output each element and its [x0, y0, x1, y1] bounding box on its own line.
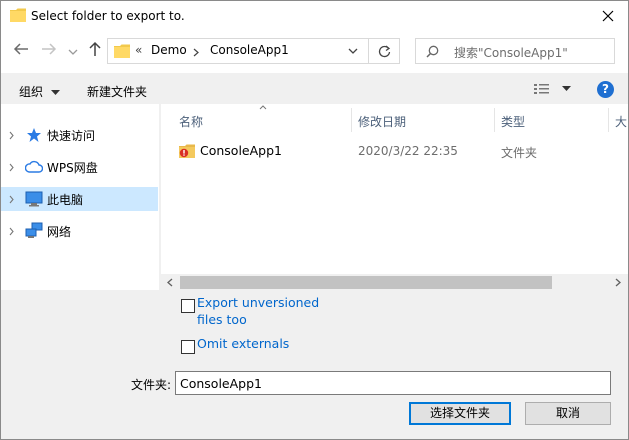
file-list: 名称 修改日期 类型 大 ConsoleApp1 2020/3/22 22:35… — [161, 104, 628, 290]
breadcrumb-item-consoleapp1[interactable]: ConsoleApp1 — [210, 43, 289, 57]
sidebar-item-label: 网络 — [47, 225, 72, 239]
search-box[interactable]: 搜索"ConsoleApp1" — [415, 38, 615, 64]
folder-conflict-icon — [179, 144, 195, 158]
scrollbar-thumb[interactable] — [180, 276, 552, 289]
column-header-size[interactable]: 大 — [615, 113, 627, 130]
folder-icon — [114, 44, 130, 58]
table-row[interactable]: ConsoleApp1 2020/3/22 22:35 文件夹 — [161, 140, 628, 162]
refresh-button[interactable] — [369, 38, 400, 64]
dialog-window: Select folder to export to. « Demo Conso… — [0, 0, 629, 440]
close-button[interactable] — [596, 4, 620, 28]
chevron-right-icon — [193, 48, 199, 57]
arrow-right-icon — [42, 43, 57, 55]
sidebar-item-label: 快速访问 — [47, 129, 96, 143]
star-icon — [27, 128, 41, 142]
chevron-down-icon — [68, 49, 78, 55]
title-bar: Select folder to export to. — [1, 1, 628, 31]
sidebar-item-label: WPS网盘 — [47, 161, 98, 175]
back-button[interactable] — [11, 41, 31, 61]
organize-menu[interactable]: 组织 — [19, 83, 60, 100]
breadcrumb-overflow[interactable]: « — [135, 43, 142, 57]
file-type: 文件夹 — [501, 146, 538, 160]
cloud-icon — [25, 160, 43, 173]
network-icon — [25, 222, 43, 238]
expand-chevron-icon[interactable] — [9, 227, 14, 236]
column-header-name[interactable]: 名称 — [179, 113, 203, 130]
column-header-modified[interactable]: 修改日期 — [358, 113, 406, 130]
sidebar-item-wps-cloud[interactable]: WPS网盘 — [1, 155, 158, 179]
export-unversioned-label-line2[interactable]: files too — [197, 312, 247, 327]
sidebar-item-label: 此电脑 — [47, 193, 84, 207]
breadcrumb-item-demo[interactable]: Demo — [151, 43, 187, 57]
omit-externals-checkbox[interactable] — [181, 340, 195, 354]
navigation-pane: 快速访问 WPS网盘 此电脑 网络 — [1, 104, 159, 290]
chevron-down-icon[interactable] — [348, 48, 358, 55]
arrow-up-icon — [89, 41, 101, 56]
folder-name-input[interactable]: ConsoleApp1 — [175, 371, 611, 395]
recent-locations-button[interactable] — [63, 41, 83, 61]
details-view-icon — [534, 84, 549, 94]
window-title: Select folder to export to. — [31, 9, 185, 23]
help-icon: ? — [602, 82, 609, 96]
file-modified: 2020/3/22 22:35 — [358, 144, 458, 158]
omit-externals-label[interactable]: Omit externals — [197, 336, 289, 351]
search-placeholder: 搜索"ConsoleApp1" — [454, 46, 568, 60]
organize-label: 组织 — [19, 85, 44, 99]
expand-chevron-icon[interactable] — [9, 131, 14, 140]
scroll-left-icon[interactable] — [167, 278, 173, 287]
column-divider[interactable] — [608, 108, 609, 132]
column-divider[interactable] — [351, 108, 352, 132]
expand-chevron-icon[interactable] — [9, 163, 14, 172]
expand-chevron-icon[interactable] — [9, 195, 14, 204]
help-button[interactable]: ? — [597, 81, 614, 98]
dropdown-arrow-icon — [561, 86, 571, 91]
sidebar-item-network[interactable]: 网络 — [1, 219, 158, 243]
dropdown-arrow-icon — [50, 89, 60, 95]
select-folder-button[interactable]: 选择文件夹 — [409, 402, 511, 425]
column-header-type[interactable]: 类型 — [501, 113, 525, 130]
export-unversioned-label[interactable]: Export unversioned — [197, 295, 319, 310]
cancel-button[interactable]: 取消 — [525, 402, 611, 425]
folder-icon — [10, 8, 26, 22]
search-icon — [426, 45, 439, 58]
refresh-icon — [378, 45, 390, 58]
folder-name-value: ConsoleApp1 — [180, 376, 262, 391]
forward-button[interactable] — [39, 41, 59, 61]
view-options-button[interactable] — [534, 83, 571, 98]
column-divider[interactable] — [494, 108, 495, 132]
arrow-left-icon — [13, 43, 28, 55]
close-icon — [602, 10, 614, 22]
sort-ascending-icon — [259, 105, 267, 110]
address-bar[interactable]: « Demo ConsoleApp1 — [107, 38, 369, 64]
export-unversioned-checkbox[interactable] — [181, 299, 195, 313]
computer-icon — [25, 191, 43, 207]
new-folder-button[interactable]: 新建文件夹 — [87, 83, 147, 100]
sidebar-item-quick-access[interactable]: 快速访问 — [1, 123, 158, 147]
scroll-right-icon[interactable] — [615, 278, 621, 287]
file-name: ConsoleApp1 — [200, 143, 282, 158]
sidebar-item-this-pc[interactable]: 此电脑 — [1, 187, 158, 211]
folder-field-label: 文件夹: — [131, 378, 172, 392]
up-button[interactable] — [85, 41, 105, 61]
